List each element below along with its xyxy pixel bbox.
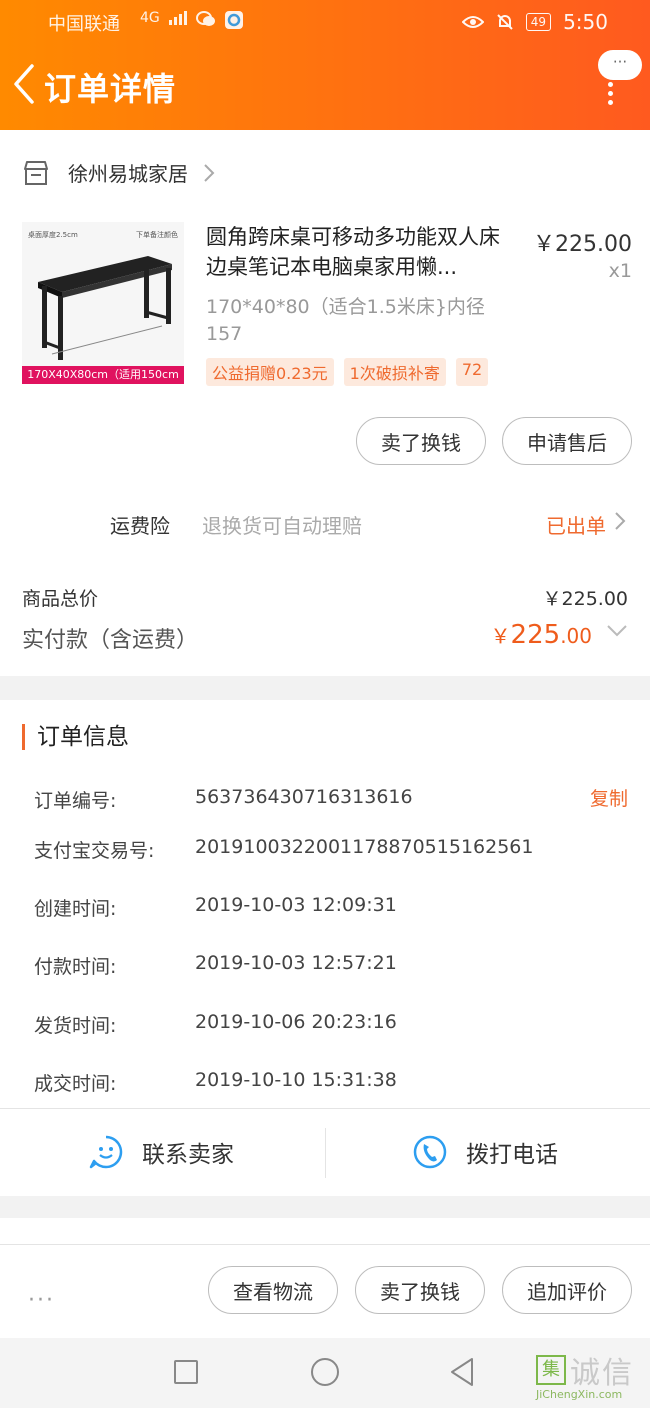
top-header: 中国联通 4G 49 5:50 订单详情 ··· [0, 0, 650, 130]
vertical-divider [325, 1128, 326, 1178]
more-dots-icon[interactable] [608, 82, 614, 106]
contact-seller-label[interactable]: 联系卖家 [142, 1135, 234, 1169]
page-title: 订单详情 [44, 70, 177, 108]
paid-decimal: .00 [560, 624, 592, 648]
call-phone-label[interactable]: 拨打电话 [466, 1135, 558, 1169]
info-key: 成交时间: [34, 1073, 117, 1095]
product-price: ￥225.00 [533, 232, 632, 257]
battery-indicator: 49 [525, 13, 552, 31]
info-key: 发货时间: [34, 1015, 117, 1037]
contact-seller-button[interactable]: 联系卖家 [88, 1134, 234, 1170]
service-tags: 公益捐赠0.23元 1次破损补寄 72 [206, 358, 489, 386]
product-sku: 170*40*80（适合1.5米床}内径157 [206, 296, 485, 345]
info-value: 2019-10-10 15:31:38 [195, 1069, 397, 1091]
thumb-note-left: 桌面厚度2.5cm [28, 231, 78, 239]
watermark-sub: JiChengXin.com [536, 1388, 623, 1401]
store-icon [24, 160, 48, 185]
product-thumbnail[interactable]: 桌面厚度2.5cm 下单备注颜色 170X40X80cm（适用150cm床 [22, 222, 184, 384]
status-bar: 中国联通 4G 49 5:50 [0, 0, 650, 44]
watermark-text: 诚信 [570, 1356, 634, 1391]
thumb-note-right: 下单备注颜色 [136, 231, 178, 239]
info-value: 2019-10-03 12:57:21 [195, 952, 397, 974]
add-review-button[interactable]: 追加评价 [502, 1266, 632, 1314]
divider [0, 1108, 650, 1109]
copy-button[interactable]: 复制 [590, 784, 628, 811]
home-icon[interactable] [311, 1358, 339, 1386]
divider [0, 1244, 650, 1245]
paid-amount-label: 实付款（含运费） [22, 628, 199, 653]
sell-for-cash-button[interactable]: 卖了换钱 [356, 417, 486, 465]
wechat-icon [195, 11, 215, 26]
info-value: 563736430716313616 [195, 786, 413, 808]
info-key: 支付宝交易号: [34, 840, 155, 862]
thumb-caption: 170X40X80cm（适用150cm床 [22, 366, 184, 384]
chevron-right-icon [204, 163, 215, 182]
system-status: 49 5:50 [461, 10, 608, 34]
app-notification-icon [224, 11, 243, 29]
tag-damage-resend[interactable]: 1次破损补寄 [343, 358, 446, 386]
product-title[interactable]: 圆角跨床桌可移动多功能双人床边桌笔记本电脑桌家用懒... [206, 222, 516, 282]
bottom-action-bar: ··· 查看物流 卖了换钱 追加评价 [0, 1218, 650, 1338]
store-name[interactable]: 徐州易城家居 [68, 158, 188, 187]
info-value: 2019-10-03 12:09:31 [195, 894, 397, 916]
store-row[interactable]: 徐州易城家居 [22, 158, 216, 187]
clock: 5:50 [563, 10, 608, 34]
info-key: 订单编号: [34, 790, 117, 812]
recent-apps-icon[interactable] [174, 1360, 198, 1384]
back-triangle-icon[interactable] [448, 1356, 476, 1388]
site-watermark: 集 诚信 [536, 1348, 634, 1392]
phone-icon [413, 1135, 447, 1169]
more-actions-icon[interactable]: ··· [28, 1288, 55, 1313]
info-value: 2019100322001178870515162561 [195, 836, 534, 858]
sell-for-cash-button[interactable]: 卖了换钱 [355, 1266, 485, 1314]
chevron-right-icon[interactable] [614, 510, 626, 532]
network-label: 4G [140, 10, 160, 26]
tag-72[interactable]: 72 [455, 358, 489, 386]
subtotal-value: ￥225.00 [542, 588, 628, 610]
product-quantity: x1 [608, 260, 632, 282]
network-indicator: 4G [140, 10, 244, 30]
info-value: 2019-10-06 20:23:16 [195, 1011, 397, 1033]
shipping-insurance-label: 运费险 [110, 514, 170, 538]
info-key: 付款时间: [34, 956, 117, 978]
back-arrow-icon[interactable] [8, 60, 42, 108]
eye-icon [461, 16, 484, 28]
shipping-insurance-desc: 退换货可自动理赔 [202, 514, 362, 538]
after-sale-button[interactable]: 申请售后 [502, 417, 632, 465]
info-key: 创建时间: [34, 898, 117, 920]
order-info-card: 订单信息 订单编号: 563736430716313616 复制 支付宝交易号:… [0, 700, 650, 1196]
chevron-down-icon[interactable] [606, 624, 628, 638]
signal-icon [168, 11, 187, 25]
table-illustration [38, 256, 172, 360]
paid-currency: ￥ [490, 624, 511, 648]
tag-charity[interactable]: 公益捐赠0.23元 [206, 358, 334, 386]
watermark-mark: 集 [536, 1355, 566, 1385]
system-nav-bar: 集 诚信 JiChengXin.com [0, 1338, 650, 1408]
chat-smile-icon [89, 1135, 123, 1169]
view-logistics-button[interactable]: 查看物流 [208, 1266, 338, 1314]
shipping-insurance-status[interactable]: 已出单 [546, 510, 606, 539]
paid-amount-value: ￥225.00 [491, 620, 592, 650]
section-title: 订单信息 [22, 724, 129, 750]
carrier-label: 中国联通 [48, 14, 120, 35]
more-menu-button[interactable]: ··· [598, 50, 642, 80]
subtotal-label: 商品总价 [22, 588, 99, 610]
mute-bell-icon [497, 14, 513, 30]
order-summary-card: 徐州易城家居 桌面厚度2.5cm 下单备注颜色 170X40X80cm（适用15… [0, 130, 650, 676]
paid-integer: 225 [510, 620, 561, 650]
call-phone-button[interactable]: 拨打电话 [412, 1134, 558, 1170]
